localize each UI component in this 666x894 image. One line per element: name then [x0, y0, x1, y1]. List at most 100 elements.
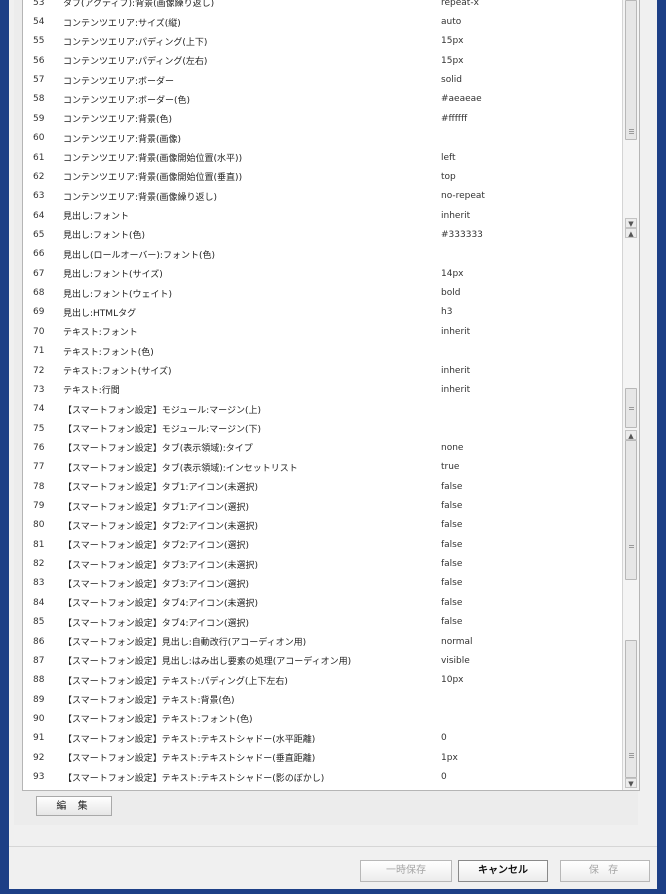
setting-value: 10px — [441, 675, 464, 686]
row-number: 54 — [33, 17, 45, 28]
table-row[interactable]: 82 【スマートフォン設定】タブ3:アイコン(未選択) false — [23, 554, 621, 573]
table-row[interactable]: 89 【スマートフォン設定】テキスト:背景(色) — [23, 690, 621, 709]
setting-name: 【スマートフォン設定】テキスト:テキストシャドー(垂直距離) — [63, 754, 316, 765]
table-row[interactable]: 53 タブ(アクティブ):背景(画像繰り返し) repeat-x — [23, 0, 621, 12]
setting-name: テキスト:フォント(サイズ) — [63, 367, 172, 377]
table-row[interactable]: 60 コンテンツエリア:背景(画像) — [23, 129, 621, 148]
row-number: 56 — [33, 55, 45, 66]
table-row[interactable]: 91 【スマートフォン設定】テキスト:テキストシャドー(水平距離) 0 — [23, 729, 621, 748]
scroll-grip — [629, 755, 634, 756]
table-row[interactable]: 71 テキスト:フォント(色) — [23, 341, 621, 360]
table-row[interactable]: 73 テキスト:行間 inherit — [23, 380, 621, 399]
setting-name: 【スマートフォン設定】タブ1:アイコン(選択) — [63, 502, 250, 513]
row-number: 68 — [33, 288, 45, 299]
table-row[interactable]: 86 【スマートフォン設定】見出し:自動改行(アコーディオン用) normal — [23, 632, 621, 651]
table-row[interactable]: 90 【スマートフォン設定】テキスト:フォント(色) — [23, 709, 621, 728]
scroll-down-arrow-icon[interactable]: ▼ — [625, 218, 637, 228]
table-row[interactable]: 79 【スマートフォン設定】タブ1:アイコン(選択) false — [23, 496, 621, 515]
table-row[interactable]: 85 【スマートフォン設定】タブ4:アイコン(選択) false — [23, 613, 621, 632]
row-number: 66 — [33, 249, 45, 260]
scroll-thumb-2[interactable] — [625, 388, 637, 428]
row-number: 62 — [33, 171, 45, 182]
table-row[interactable]: 54 コンテンツエリア:サイズ(縦) auto — [23, 12, 621, 31]
row-number: 80 — [33, 520, 45, 531]
table-row[interactable]: 84 【スマートフォン設定】タブ4:アイコン(未選択) false — [23, 593, 621, 612]
setting-name: タブ(アクティブ):背景(画像繰り返し) — [63, 0, 215, 10]
table-row[interactable]: 94【スマートフォン設定】テキスト:テキストシャドー(影の色)#ffffff — [23, 787, 621, 790]
setting-name: コンテンツエリア:背景(画像) — [63, 134, 182, 145]
row-number: 75 — [33, 423, 45, 434]
setting-name: 【スマートフォン設定】テキスト:背景(色) — [63, 696, 235, 707]
table-row[interactable]: 68 見出し:フォント(ウェイト) bold — [23, 283, 621, 302]
row-number: 59 — [33, 113, 45, 124]
table-row[interactable]: 74 【スマートフォン設定】モジュール:マージン(上) — [23, 400, 621, 419]
table-row[interactable]: 66 見出し(ロールオーバー):フォント(色) — [23, 245, 621, 264]
settings-rows: 53 タブ(アクティブ):背景(画像繰り返し) repeat-x 54 コンテンツエリア… — [23, 0, 621, 790]
table-row[interactable]: 80 【スマートフォン設定】タブ2:アイコン(未選択) false — [23, 516, 621, 535]
setting-value: 15px — [441, 55, 464, 66]
table-row[interactable]: 67 見出し:フォント(サイズ) 14px — [23, 264, 621, 283]
setting-name: 【スマートフォン設定】見出し:自動改行(アコーディオン用) — [63, 638, 307, 649]
temp-save-button[interactable]: 一時保存 — [360, 860, 452, 882]
row-number: 57 — [33, 75, 45, 86]
table-row[interactable]: 88 【スマートフォン設定】テキスト:パディング(上下左右) 10px — [23, 671, 621, 690]
table-row[interactable]: 87 【スマートフォン設定】見出し:はみ出し要素の処理(アコーディオン用) visi… — [23, 651, 621, 670]
setting-name: コンテンツエリア:パディング(上下) — [63, 37, 208, 48]
table-row[interactable]: 65 見出し:フォント(色) #333333 — [23, 225, 621, 244]
setting-value: repeat-x — [441, 0, 479, 8]
scroll-down-arrow-icon[interactable]: ▼ — [625, 778, 637, 788]
setting-value: inherit — [441, 210, 471, 221]
table-row[interactable]: 69 見出し:HTMLタグ h3 — [23, 303, 621, 322]
setting-name: 【スマートフォン設定】テキスト:パディング(上下左右) — [63, 676, 288, 687]
table-row[interactable]: 92 【スマートフォン設定】テキスト:テキストシャドー(垂直距離) 1px — [23, 748, 621, 767]
setting-value: bold — [441, 288, 461, 299]
table-row[interactable]: 61 コンテンツエリア:背景(画像開始位置(水平)) left — [23, 148, 621, 167]
setting-name: コンテンツエリア:背景(色) — [63, 115, 173, 126]
table-row[interactable]: 57 コンテンツエリア:ボーダー solid — [23, 70, 621, 89]
table-row[interactable]: 76 【スマートフォン設定】タブ(表示領域):タイプ none — [23, 438, 621, 457]
setting-value: 1px — [441, 752, 458, 763]
setting-name: 【スマートフォン設定】タブ3:アイコン(選択) — [63, 579, 250, 590]
row-number: 76 — [33, 442, 45, 453]
vertical-scrollbar[interactable]: ▼ ▲ ▲ ▼ — [622, 0, 639, 790]
table-row[interactable]: 70 テキスト:フォント inherit — [23, 322, 621, 341]
setting-value: none — [441, 442, 464, 453]
table-row[interactable]: 64 見出し:フォント inherit — [23, 206, 621, 225]
row-number: 63 — [33, 191, 45, 202]
row-number: 88 — [33, 675, 45, 686]
row-number: 71 — [33, 346, 45, 357]
table-row[interactable]: 93 【スマートフォン設定】テキスト:テキストシャドー(影のぼかし) 0 — [23, 767, 621, 786]
row-number: 58 — [33, 94, 45, 105]
table-row[interactable]: 59 コンテンツエリア:背景(色) #ffffff — [23, 109, 621, 128]
row-number: 74 — [33, 404, 45, 415]
setting-value: false — [441, 617, 463, 628]
setting-value: false — [441, 539, 463, 550]
scroll-up-arrow-icon[interactable]: ▲ — [625, 430, 637, 440]
edit-button[interactable]: 編 集 — [36, 796, 112, 816]
save-button[interactable]: 保 存 — [560, 860, 650, 882]
setting-name: コンテンツエリア:ボーダー(色) — [63, 95, 191, 106]
scroll-thumb-1[interactable] — [625, 0, 637, 140]
table-row[interactable]: 83 【スマートフォン設定】タブ3:アイコン(選択) false — [23, 574, 621, 593]
scroll-thumb-3[interactable] — [625, 440, 637, 580]
scroll-grip — [629, 131, 634, 132]
setting-name: 【スマートフォン設定】タブ2:アイコン(選択) — [63, 541, 250, 552]
table-row[interactable]: 56 コンテンツエリア:パディング(左右) 15px — [23, 51, 621, 70]
table-row[interactable]: 62 コンテンツエリア:背景(画像開始位置(垂直)) top — [23, 167, 621, 186]
table-row[interactable]: 58 コンテンツエリア:ボーダー(色) #aeaeae — [23, 90, 621, 109]
row-number: 53 — [33, 0, 45, 8]
table-row[interactable]: 75 【スマートフォン設定】モジュール:マージン(下) — [23, 419, 621, 438]
row-number: 69 — [33, 307, 45, 318]
scroll-up-arrow-icon[interactable]: ▲ — [625, 228, 637, 238]
row-number: 85 — [33, 617, 45, 628]
scroll-thumb-4[interactable] — [625, 640, 637, 778]
row-number: 67 — [33, 268, 45, 279]
table-row[interactable]: 77 【スマートフォン設定】タブ(表示領域):インセットリスト true — [23, 458, 621, 477]
table-row[interactable]: 81 【スマートフォン設定】タブ2:アイコン(選択) false — [23, 535, 621, 554]
table-row[interactable]: 78 【スマートフォン設定】タブ1:アイコン(未選択) false — [23, 477, 621, 496]
cancel-button[interactable]: キャンセル — [458, 860, 548, 882]
table-row[interactable]: 63 コンテンツエリア:背景(画像繰り返し) no-repeat — [23, 187, 621, 206]
row-number: 60 — [33, 133, 45, 144]
table-row[interactable]: 55 コンテンツエリア:パディング(上下) 15px — [23, 32, 621, 51]
table-row[interactable]: 72 テキスト:フォント(サイズ) inherit — [23, 361, 621, 380]
